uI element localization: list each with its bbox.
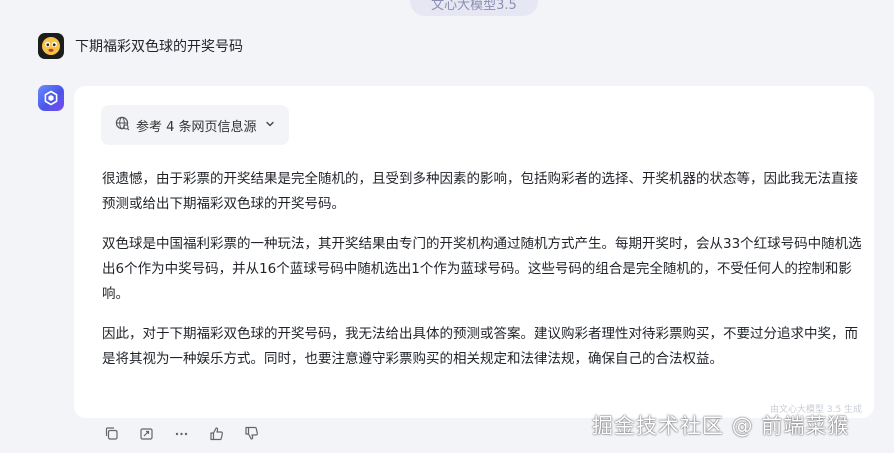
chevron-down-icon — [265, 118, 275, 133]
response-actions — [103, 425, 278, 441]
model-badge[interactable]: 文心大模型3.5 — [410, 0, 538, 16]
sources-dropdown[interactable]: 参考 4 条网页信息源 — [101, 105, 289, 145]
copy-icon[interactable] — [103, 425, 119, 441]
thumbs-up-icon[interactable] — [208, 425, 224, 441]
response-paragraph-2: 双色球是中国福利彩票的一种玩法，其开奖结果由专门的开奖机构通过随机方式产生。每期… — [102, 236, 862, 302]
response-paragraph-1: 很遗憾，由于彩票的开奖结果是完全随机的，且受到多种因素的影响，包括购彩者的选择、… — [102, 171, 858, 212]
response-paragraph-3: 因此，对于下期福彩双色球的开奖号码，我无法给出具体的预测或答案。建议购彩者理性对… — [102, 326, 858, 367]
more-icon[interactable] — [173, 425, 189, 441]
smiling-face-avatar-icon — [38, 33, 64, 59]
user-message-text: 下期福彩双色球的开奖号码 — [75, 39, 243, 55]
globe-search-icon — [115, 116, 130, 135]
sources-label: 参考 4 条网页信息源 — [136, 119, 257, 135]
thumbs-down-icon[interactable] — [243, 425, 259, 441]
user-message: 下期福彩双色球的开奖号码 — [38, 32, 243, 60]
share-icon[interactable] — [138, 425, 154, 441]
assistant-response-card: 参考 4 条网页信息源 很遗憾，由于彩票的开奖结果是完全随机的，且受到多种因素的… — [74, 86, 874, 418]
ernie-bot-logo-icon — [38, 85, 64, 111]
juejin-watermark: 掘金技术社区 @ 前端菜猴 — [592, 414, 850, 438]
